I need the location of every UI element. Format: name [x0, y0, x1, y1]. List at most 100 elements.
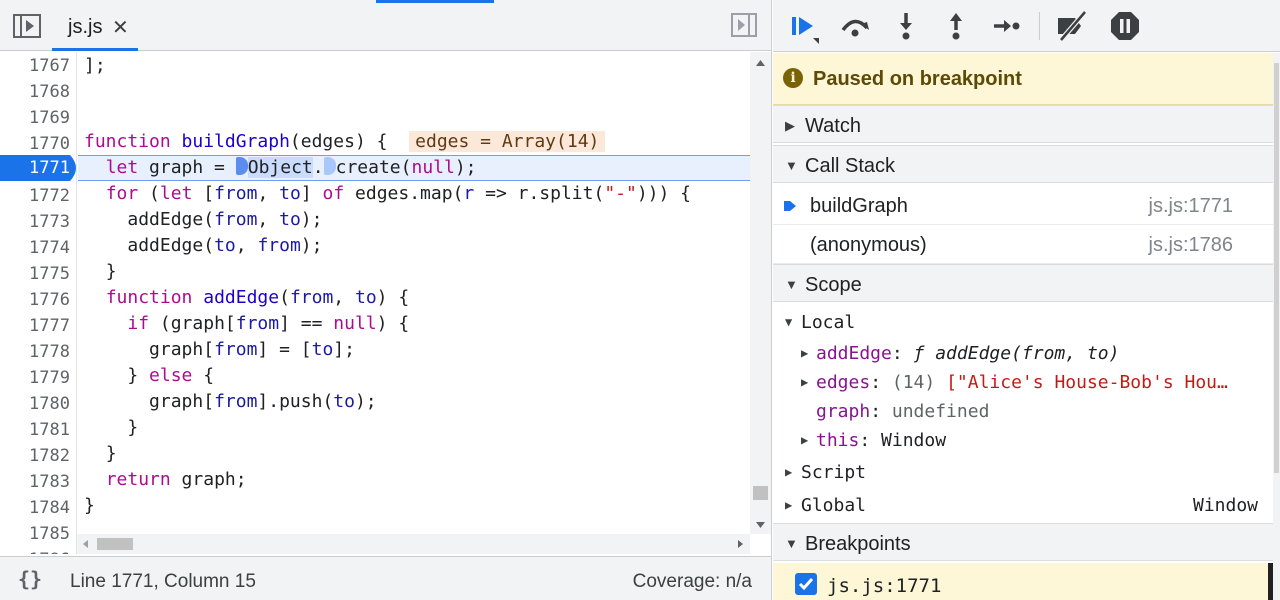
- line-number[interactable]: 1779: [0, 365, 70, 391]
- code-line: graph[from].push(to);: [84, 389, 377, 415]
- scroll-down-icon[interactable]: [750, 518, 771, 532]
- breakpoint-row[interactable]: js.js:1771: [773, 563, 1273, 600]
- code-token: null: [333, 313, 377, 334]
- step-out-button[interactable]: [940, 10, 972, 42]
- section-breakpoints[interactable]: ▼ Breakpoints: [773, 523, 1273, 561]
- scope-property-row[interactable]: ▶ addEdge: ƒ addEdge(from, to): [773, 339, 1273, 368]
- scope-script-row[interactable]: ▶ Script: [773, 458, 1273, 487]
- scroll-right-icon[interactable]: [733, 534, 747, 554]
- code-token: .: [312, 157, 324, 178]
- line-number[interactable]: 1772: [0, 183, 70, 209]
- code-token: buildGraph: [170, 131, 290, 152]
- line-number[interactable]: 1784: [0, 495, 70, 521]
- resume-icon: [792, 17, 819, 44]
- scroll-up-icon[interactable]: [750, 56, 771, 70]
- scope-property-row[interactable]: graph: undefined: [773, 397, 1273, 426]
- deactivate-breakpoints-button[interactable]: [1055, 10, 1087, 42]
- line-number[interactable]: 1768: [0, 79, 70, 105]
- line-number[interactable]: 1770: [0, 131, 70, 157]
- collapse-arrow-icon: ▼: [785, 315, 793, 329]
- code-token: to: [279, 183, 301, 204]
- scope-local-row[interactable]: ▼ Local: [773, 308, 1273, 337]
- code-area[interactable]: 1767 1768 1769 1770 1772 1773 1774 1775 …: [0, 52, 771, 554]
- code-token: edges.map(: [344, 183, 464, 204]
- code-token: ) {: [376, 313, 410, 334]
- section-scope[interactable]: ▼ Scope: [773, 264, 1273, 302]
- scroll-left-icon[interactable]: [79, 534, 93, 554]
- section-watch[interactable]: ▶ Watch: [773, 105, 1273, 143]
- code-token: function: [105, 287, 193, 308]
- property-name: addEdge: [816, 343, 892, 364]
- pause-exceptions-icon: [1111, 12, 1139, 40]
- editor-horizontal-scrollbar[interactable]: [77, 534, 750, 554]
- sidebar-scrollbar[interactable]: [1273, 53, 1280, 600]
- line-number[interactable]: 1776: [0, 287, 70, 313]
- code-token: graph[: [149, 339, 215, 360]
- code-token: to: [279, 209, 301, 230]
- line-number[interactable]: 1774: [0, 235, 70, 261]
- call-frame-name: (anonymous): [810, 234, 927, 256]
- line-number[interactable]: 1783: [0, 469, 70, 495]
- line-number[interactable]: 1778: [0, 339, 70, 365]
- code-line: return graph;: [84, 467, 247, 493]
- line-number[interactable]: 1767: [0, 53, 70, 79]
- editor-vertical-scrollbar[interactable]: [750, 52, 771, 534]
- pretty-print-icon[interactable]: {}: [18, 567, 42, 591]
- code-token: );: [454, 157, 477, 178]
- line-number-gutter[interactable]: 1767 1768 1769 1770 1772 1773 1774 1775 …: [0, 52, 77, 554]
- code-token: from: [289, 287, 334, 308]
- call-frame-location[interactable]: js.js:1771: [1149, 195, 1234, 218]
- expand-arrow-icon: ▶: [801, 433, 809, 447]
- call-frame-row[interactable]: buildGraph js.js:1771: [773, 186, 1273, 225]
- line-number[interactable]: 1775: [0, 261, 70, 287]
- continue-to-location-marker[interactable]: [323, 157, 336, 175]
- scope-global-row[interactable]: ▶ Global Window: [773, 491, 1273, 520]
- scope-property-row[interactable]: ▶ this: Window: [773, 426, 1273, 455]
- scope-property-row[interactable]: ▶ edges: (14) ["Alice's House-Bob's Hou…: [773, 368, 1273, 397]
- pause-on-exceptions-button[interactable]: [1109, 10, 1141, 42]
- vertical-scroll-thumb[interactable]: [753, 486, 768, 500]
- code-token: let: [105, 157, 139, 178]
- code-token: ,: [257, 209, 280, 230]
- line-number[interactable]: 1777: [0, 313, 70, 339]
- toggle-debugger-button[interactable]: [730, 12, 758, 38]
- code-token: ,: [333, 287, 355, 308]
- scope-global-label: Global: [801, 495, 867, 516]
- horizontal-scroll-thumb[interactable]: [97, 538, 133, 550]
- code-token: [: [192, 183, 215, 204]
- code-token: (edges) {: [289, 131, 410, 152]
- current-frame-arrow-icon: [784, 201, 796, 211]
- sidebar-scroll-thumb[interactable]: [1274, 63, 1279, 473]
- sidebar-right-icon: [731, 13, 757, 37]
- step-button[interactable]: [990, 10, 1022, 42]
- checkmark-icon: [798, 578, 814, 591]
- code-token: from: [214, 339, 258, 360]
- resume-button[interactable]: [787, 10, 819, 44]
- section-call-stack[interactable]: ▼ Call Stack: [773, 145, 1273, 183]
- line-number[interactable]: 1786: [0, 547, 70, 554]
- tab-js-js[interactable]: js.js ✕: [52, 3, 138, 51]
- section-title: Call Stack: [805, 155, 896, 177]
- tab-file-name: js.js: [68, 16, 103, 38]
- code-token: from: [257, 235, 301, 256]
- code-token: to: [214, 235, 236, 256]
- breakpoint-checkbox[interactable]: [795, 573, 817, 595]
- line-number[interactable]: 1773: [0, 209, 70, 235]
- line-number[interactable]: 1769: [0, 105, 70, 131]
- call-frame-row[interactable]: (anonymous) js.js:1786: [773, 225, 1273, 264]
- code-line: function addEdge(from, to) {: [84, 285, 410, 311]
- call-frame-location[interactable]: js.js:1786: [1149, 234, 1234, 257]
- section-title: Scope: [805, 274, 862, 296]
- line-number[interactable]: 1785: [0, 521, 70, 547]
- step-over-button[interactable]: [839, 10, 871, 42]
- continue-to-location-marker[interactable]: [235, 157, 248, 175]
- code-token: }: [127, 365, 150, 386]
- line-number[interactable]: 1782: [0, 443, 70, 469]
- close-tab-icon[interactable]: ✕: [112, 15, 129, 40]
- line-number[interactable]: 1781: [0, 417, 70, 443]
- line-number[interactable]: 1780: [0, 391, 70, 417]
- scope-local-label: Local: [801, 312, 856, 333]
- step-into-button[interactable]: [890, 10, 922, 42]
- breakpoint-marker[interactable]: 1771: [0, 155, 82, 181]
- toggle-navigator-button[interactable]: [12, 12, 42, 40]
